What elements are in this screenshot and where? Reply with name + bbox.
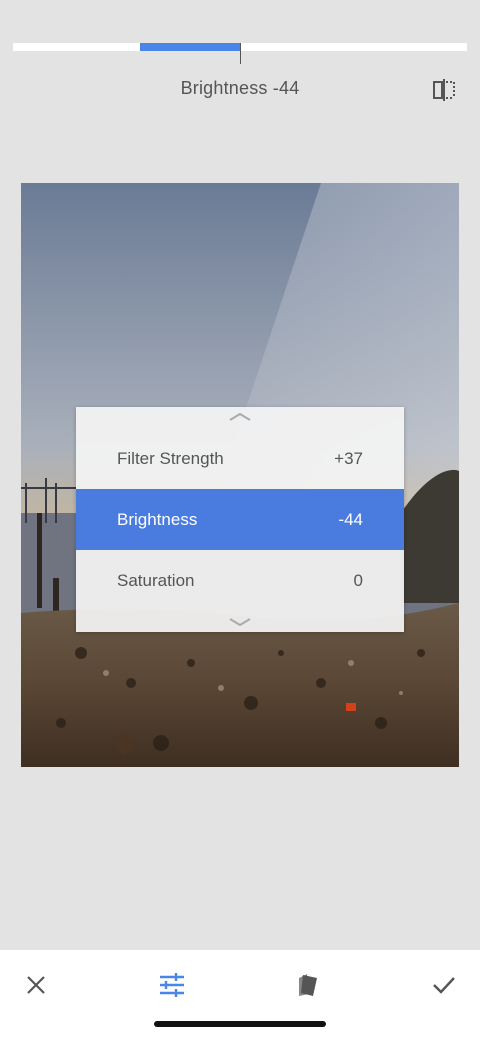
adjust-tool-button[interactable] [152, 968, 192, 1002]
parameter-readout: Brightness -44 [180, 78, 300, 98]
apply-button[interactable] [424, 968, 464, 1002]
check-icon [433, 977, 455, 994]
close-icon [27, 976, 45, 994]
chevron-up-icon [229, 413, 251, 421]
menu-item-brightness[interactable]: Brightness -44 [76, 489, 404, 550]
cancel-button[interactable] [16, 968, 56, 1002]
menu-item-value: 0 [353, 570, 363, 590]
chevron-down-icon [229, 618, 251, 626]
styles-button[interactable] [287, 968, 327, 1002]
editor-screen: Brightness -44 Filter Strength +37 Brigh… [0, 0, 480, 1039]
menu-item-saturation[interactable]: Saturation 0 [76, 550, 404, 611]
menu-item-label: Filter Strength [117, 448, 224, 468]
home-indicator[interactable] [154, 1021, 326, 1027]
menu-item-value: -44 [338, 509, 363, 529]
styles-cards-icon [299, 974, 317, 996]
slider-center-marker [240, 43, 241, 64]
sliders-icon [160, 973, 184, 997]
menu-item-label: Brightness [117, 509, 198, 529]
scroll-up-chevron[interactable] [76, 409, 404, 425]
menu-item-value: +37 [334, 448, 363, 468]
slider-fill [140, 43, 240, 51]
menu-item-filter-strength[interactable]: Filter Strength +37 [76, 428, 404, 489]
adjustment-slider[interactable] [13, 43, 467, 64]
menu-item-label: Saturation [117, 570, 195, 590]
scroll-down-chevron[interactable] [76, 614, 404, 630]
compare-button[interactable] [430, 78, 458, 102]
parameter-menu: Filter Strength +37 Brightness -44 Satur… [76, 407, 404, 632]
compare-icon [433, 79, 455, 101]
